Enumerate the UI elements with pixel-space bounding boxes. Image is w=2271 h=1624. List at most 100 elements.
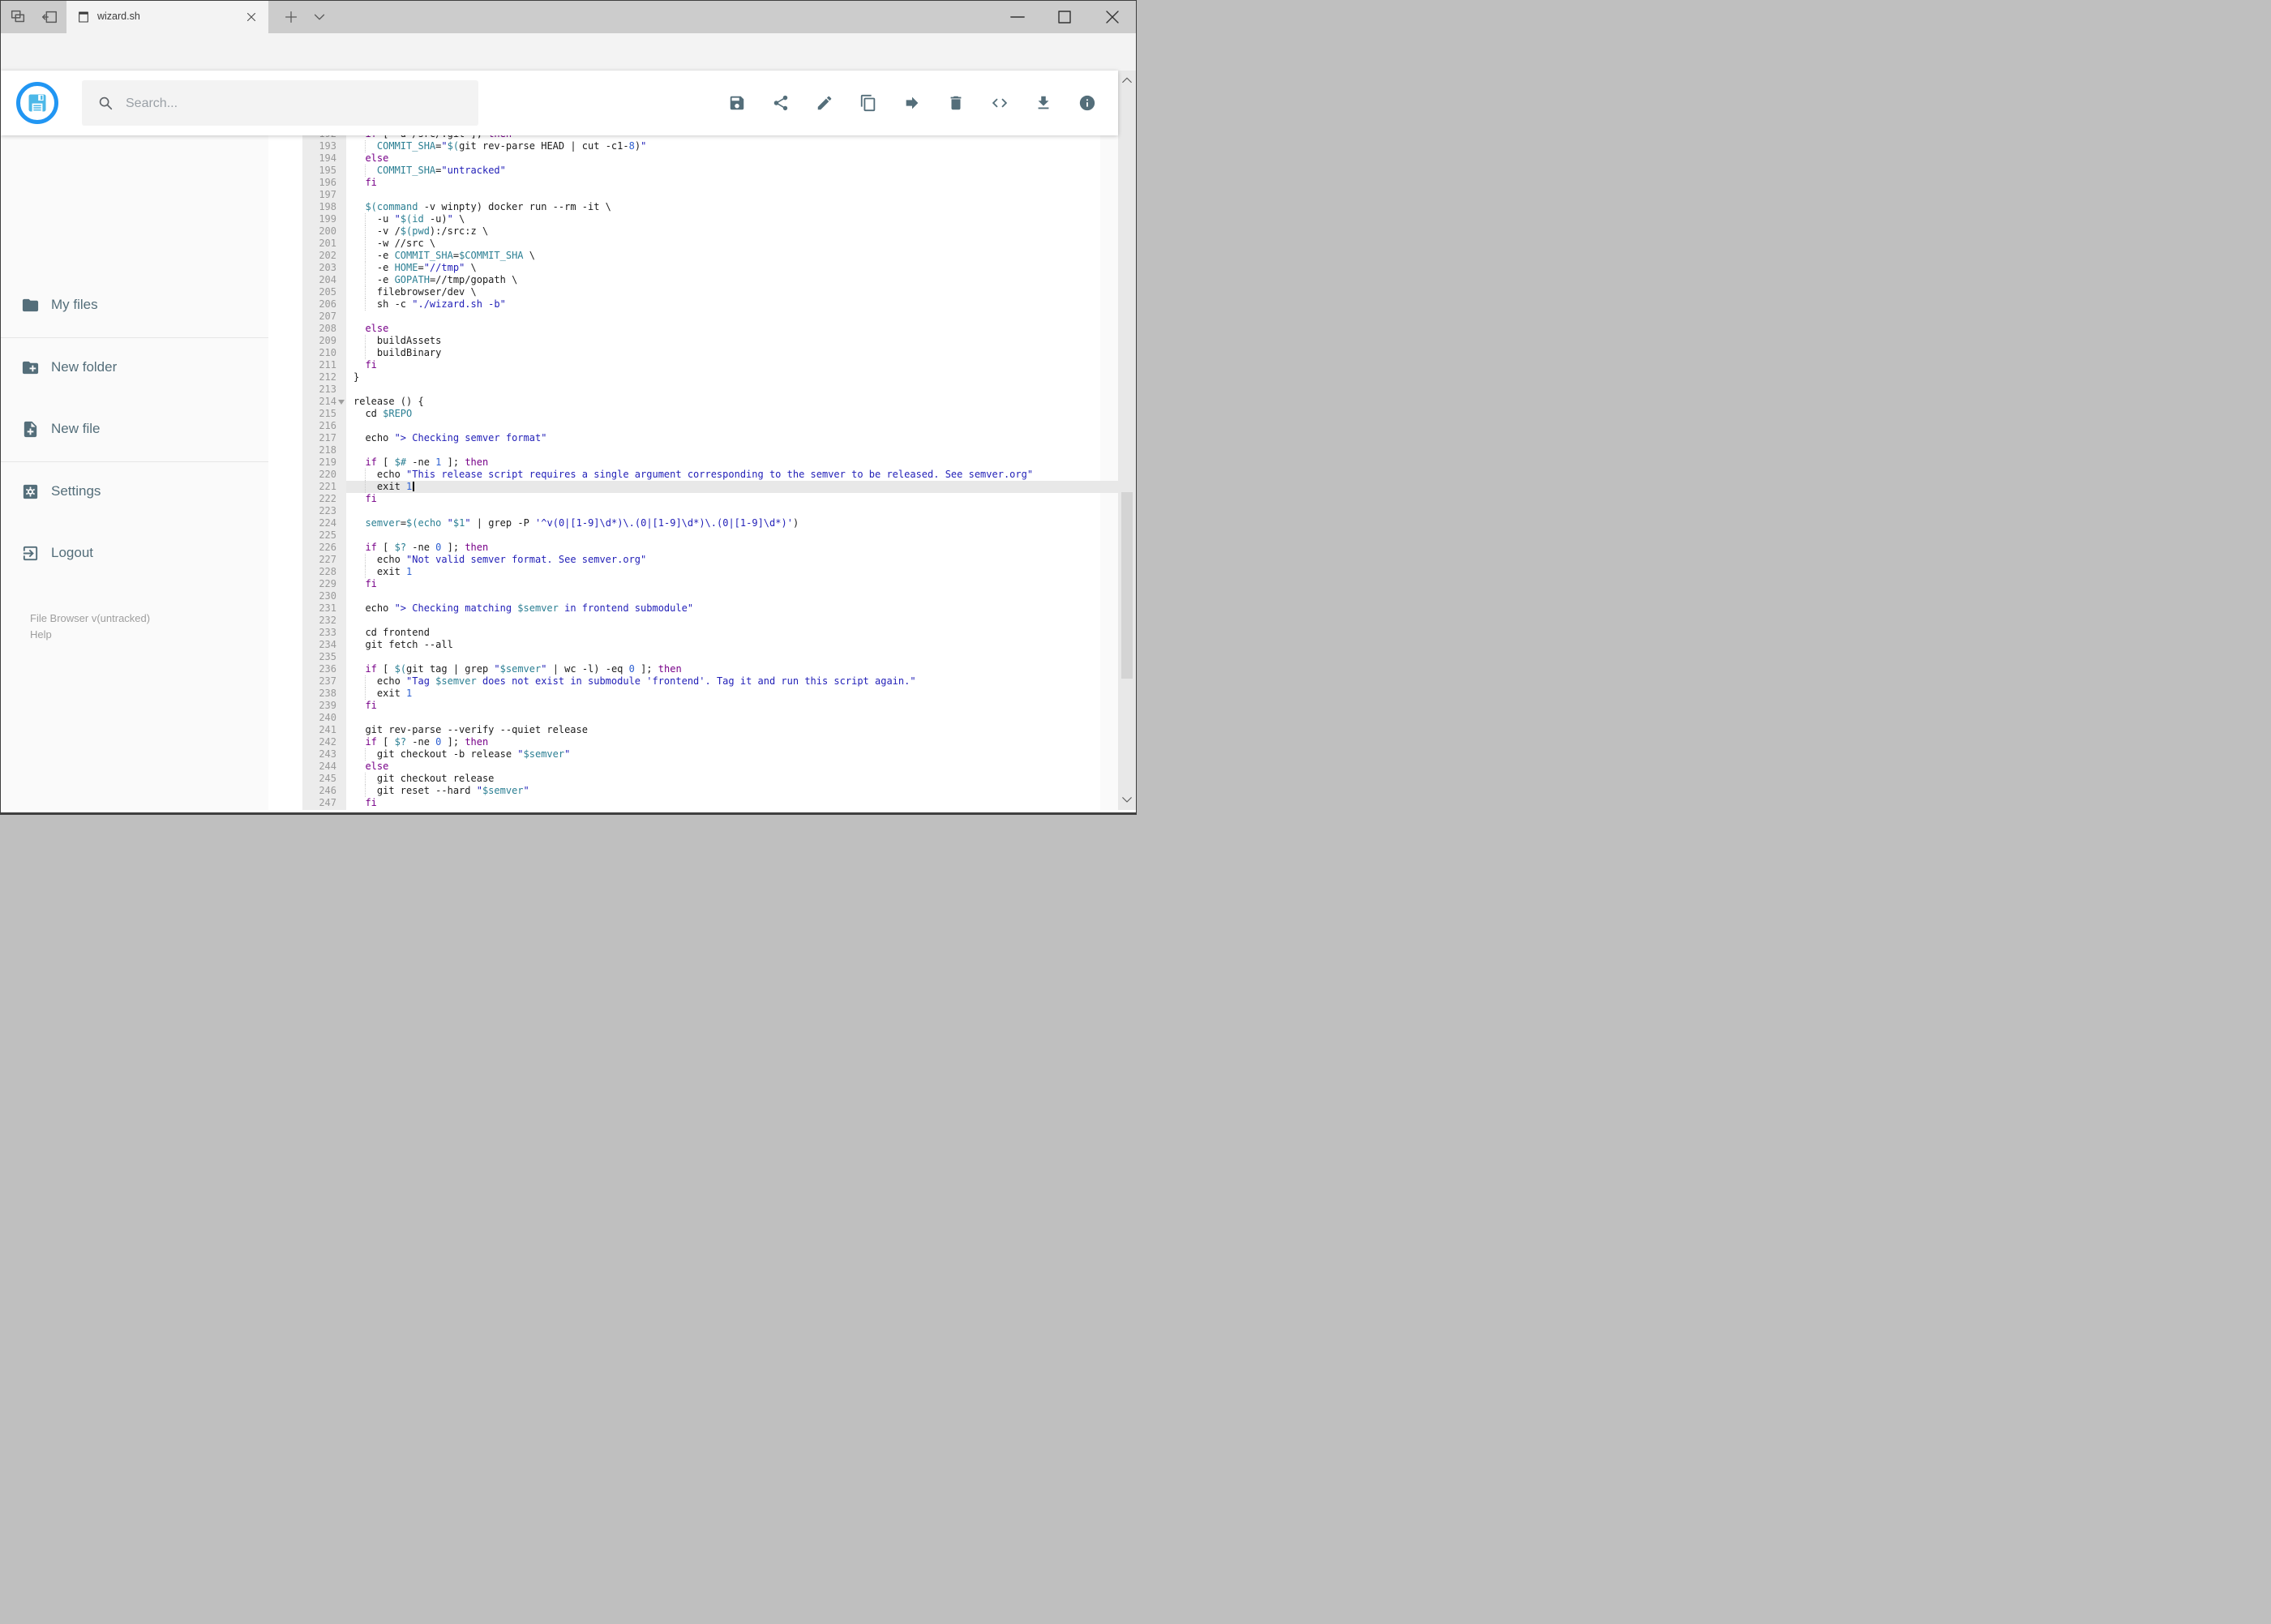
code-line-text[interactable]: fi [346, 493, 1118, 505]
code-line-text[interactable]: -e GOPATH=//tmp/gopath \ [346, 274, 1118, 286]
edit-icon[interactable] [816, 94, 833, 112]
code-line: 242 if [ $? -ne 0 ]; then [302, 736, 1118, 748]
filebrowser-logo[interactable] [16, 82, 58, 124]
code-line-text[interactable]: buildBinary [346, 347, 1118, 359]
code-line-text[interactable]: else [346, 323, 1118, 335]
code-line-text[interactable]: git reset --hard "$semver" [346, 785, 1118, 797]
code-line-text[interactable]: echo "Not valid semver format. See semve… [346, 554, 1118, 566]
code-line: 201 -w //src \ [302, 238, 1118, 250]
minimize-icon[interactable] [1005, 6, 1031, 28]
help-link[interactable]: Help [30, 628, 52, 641]
code-line-text[interactable]: fi [346, 177, 1118, 189]
code-line-text[interactable] [346, 505, 1118, 517]
code-line-text[interactable]: buildAssets [346, 335, 1118, 347]
close-icon[interactable] [1099, 6, 1125, 28]
code-line-text[interactable]: COMMIT_SHA="$(git rev-parse HEAD | cut -… [346, 140, 1118, 152]
code-line-text[interactable] [346, 651, 1118, 663]
code-line: 194 else [302, 152, 1118, 165]
info-icon[interactable] [1078, 94, 1096, 112]
code-line-text[interactable]: $(command -v winpty) docker run --rm -it… [346, 201, 1118, 213]
save-icon[interactable] [728, 94, 746, 112]
sidebar-item-logout[interactable]: Logout [1, 536, 268, 572]
copy-icon[interactable] [859, 94, 877, 112]
code-line-text[interactable]: git checkout release [346, 773, 1118, 785]
search-input[interactable] [124, 92, 452, 116]
maximize-icon[interactable] [1052, 6, 1078, 28]
code-line: 203 -e HOME="//tmp" \ [302, 262, 1118, 274]
sidebar-item-new-folder[interactable]: New folder [1, 350, 268, 386]
delete-icon[interactable] [947, 94, 965, 112]
code-icon[interactable] [991, 94, 1009, 112]
line-number: 202 [302, 250, 346, 262]
folder-icon [21, 296, 40, 315]
code-line-text[interactable]: else [346, 152, 1118, 165]
code-line-text[interactable] [346, 712, 1118, 724]
code-line-text[interactable]: semver=$(echo "$1" | grep -P '^v(0|[1-9]… [346, 517, 1118, 529]
share-icon[interactable] [772, 94, 790, 112]
search-box[interactable] [82, 80, 478, 126]
code-line-text[interactable]: if [ $? -ne 0 ]; then [346, 542, 1118, 554]
new-tab-icon[interactable] [282, 8, 300, 26]
fold-arrow-icon[interactable] [338, 400, 345, 408]
code-line-text[interactable] [346, 384, 1118, 396]
code-line-text[interactable] [346, 590, 1118, 602]
code-line-text[interactable]: echo "Tag $semver does not exist in subm… [346, 675, 1118, 688]
page-scrollbar[interactable] [1118, 71, 1136, 810]
sidebar-item-settings[interactable]: Settings [1, 474, 268, 510]
code-line-text[interactable]: exit 1 [346, 566, 1118, 578]
sidebar-item-my-files[interactable]: My files [1, 288, 268, 324]
set-aside-tabs-icon[interactable] [41, 8, 58, 26]
code-line-text[interactable]: -e COMMIT_SHA=$COMMIT_SHA \ [346, 250, 1118, 262]
code-line-text[interactable]: echo "> Checking semver format" [346, 432, 1118, 444]
code-line-text[interactable]: cd frontend [346, 627, 1118, 639]
scroll-up-icon[interactable] [1120, 74, 1134, 88]
line-number: 218 [302, 444, 346, 456]
code-editor[interactable]: 192 if [ -d /src/.git ]; then193 COMMIT_… [302, 135, 1118, 810]
code-line: 215 cd $REPO [302, 408, 1118, 420]
download-icon[interactable] [1035, 94, 1052, 112]
code-line-text[interactable]: fi [346, 700, 1118, 712]
code-line-text[interactable]: -u "$(id -u)" \ [346, 213, 1118, 225]
code-line-text[interactable]: git checkout -b release "$semver" [346, 748, 1118, 761]
code-line-text[interactable]: fi [346, 797, 1118, 809]
code-line-text[interactable]: if [ $(git tag | grep "$semver" | wc -l)… [346, 663, 1118, 675]
scrollbar-thumb[interactable] [1121, 492, 1133, 679]
browser-tab[interactable]: wizard.sh [66, 1, 268, 33]
code-line-text[interactable] [346, 189, 1118, 201]
code-line-text[interactable] [346, 529, 1118, 542]
code-line-text[interactable]: exit 1 [346, 688, 1118, 700]
code-line-text[interactable]: -e HOME="//tmp" \ [346, 262, 1118, 274]
code-line-text[interactable]: sh -c "./wizard.sh -b" [346, 298, 1118, 311]
code-line-text[interactable]: echo "> Checking matching $semver in fro… [346, 602, 1118, 615]
tab-close-icon[interactable] [244, 10, 259, 24]
code-line-text[interactable]: git rev-parse --verify --quiet release [346, 724, 1118, 736]
code-line-text[interactable]: if [ $? -ne 0 ]; then [346, 736, 1118, 748]
code-line-text[interactable]: COMMIT_SHA="untracked" [346, 165, 1118, 177]
code-line-text[interactable]: cd $REPO [346, 408, 1118, 420]
code-line-text[interactable]: fi [346, 578, 1118, 590]
code-line: 220 echo "This release script requires a… [302, 469, 1118, 481]
tabs-dropdown-icon[interactable] [311, 8, 328, 26]
line-number: 233 [302, 627, 346, 639]
sidebar-item-new-file[interactable]: New file [1, 412, 268, 448]
code-line-text[interactable]: -v /$(pwd):/src:z \ [346, 225, 1118, 238]
code-line-text[interactable]: release () { [346, 396, 1118, 408]
code-line-text[interactable]: echo "This release script requires a sin… [346, 469, 1118, 481]
code-line-text[interactable]: exit 1 [346, 481, 1118, 493]
code-line-text[interactable] [346, 615, 1118, 627]
code-line-text[interactable]: git fetch --all [346, 639, 1118, 651]
code-line: 221 exit 1 [302, 481, 1118, 493]
code-line-text[interactable]: if [ $# -ne 1 ]; then [346, 456, 1118, 469]
scroll-down-icon[interactable] [1120, 792, 1134, 807]
code-line-text[interactable] [346, 444, 1118, 456]
line-number: 228 [302, 566, 346, 578]
code-line-text[interactable]: else [346, 761, 1118, 773]
code-line-text[interactable]: } [346, 371, 1118, 384]
code-line-text[interactable] [346, 420, 1118, 432]
code-line-text[interactable]: fi [346, 359, 1118, 371]
move-icon[interactable] [903, 94, 921, 112]
tabs-preview-icon[interactable] [9, 8, 27, 26]
code-line-text[interactable]: -w //src \ [346, 238, 1118, 250]
code-line-text[interactable] [346, 311, 1118, 323]
code-line-text[interactable]: filebrowser/dev \ [346, 286, 1118, 298]
